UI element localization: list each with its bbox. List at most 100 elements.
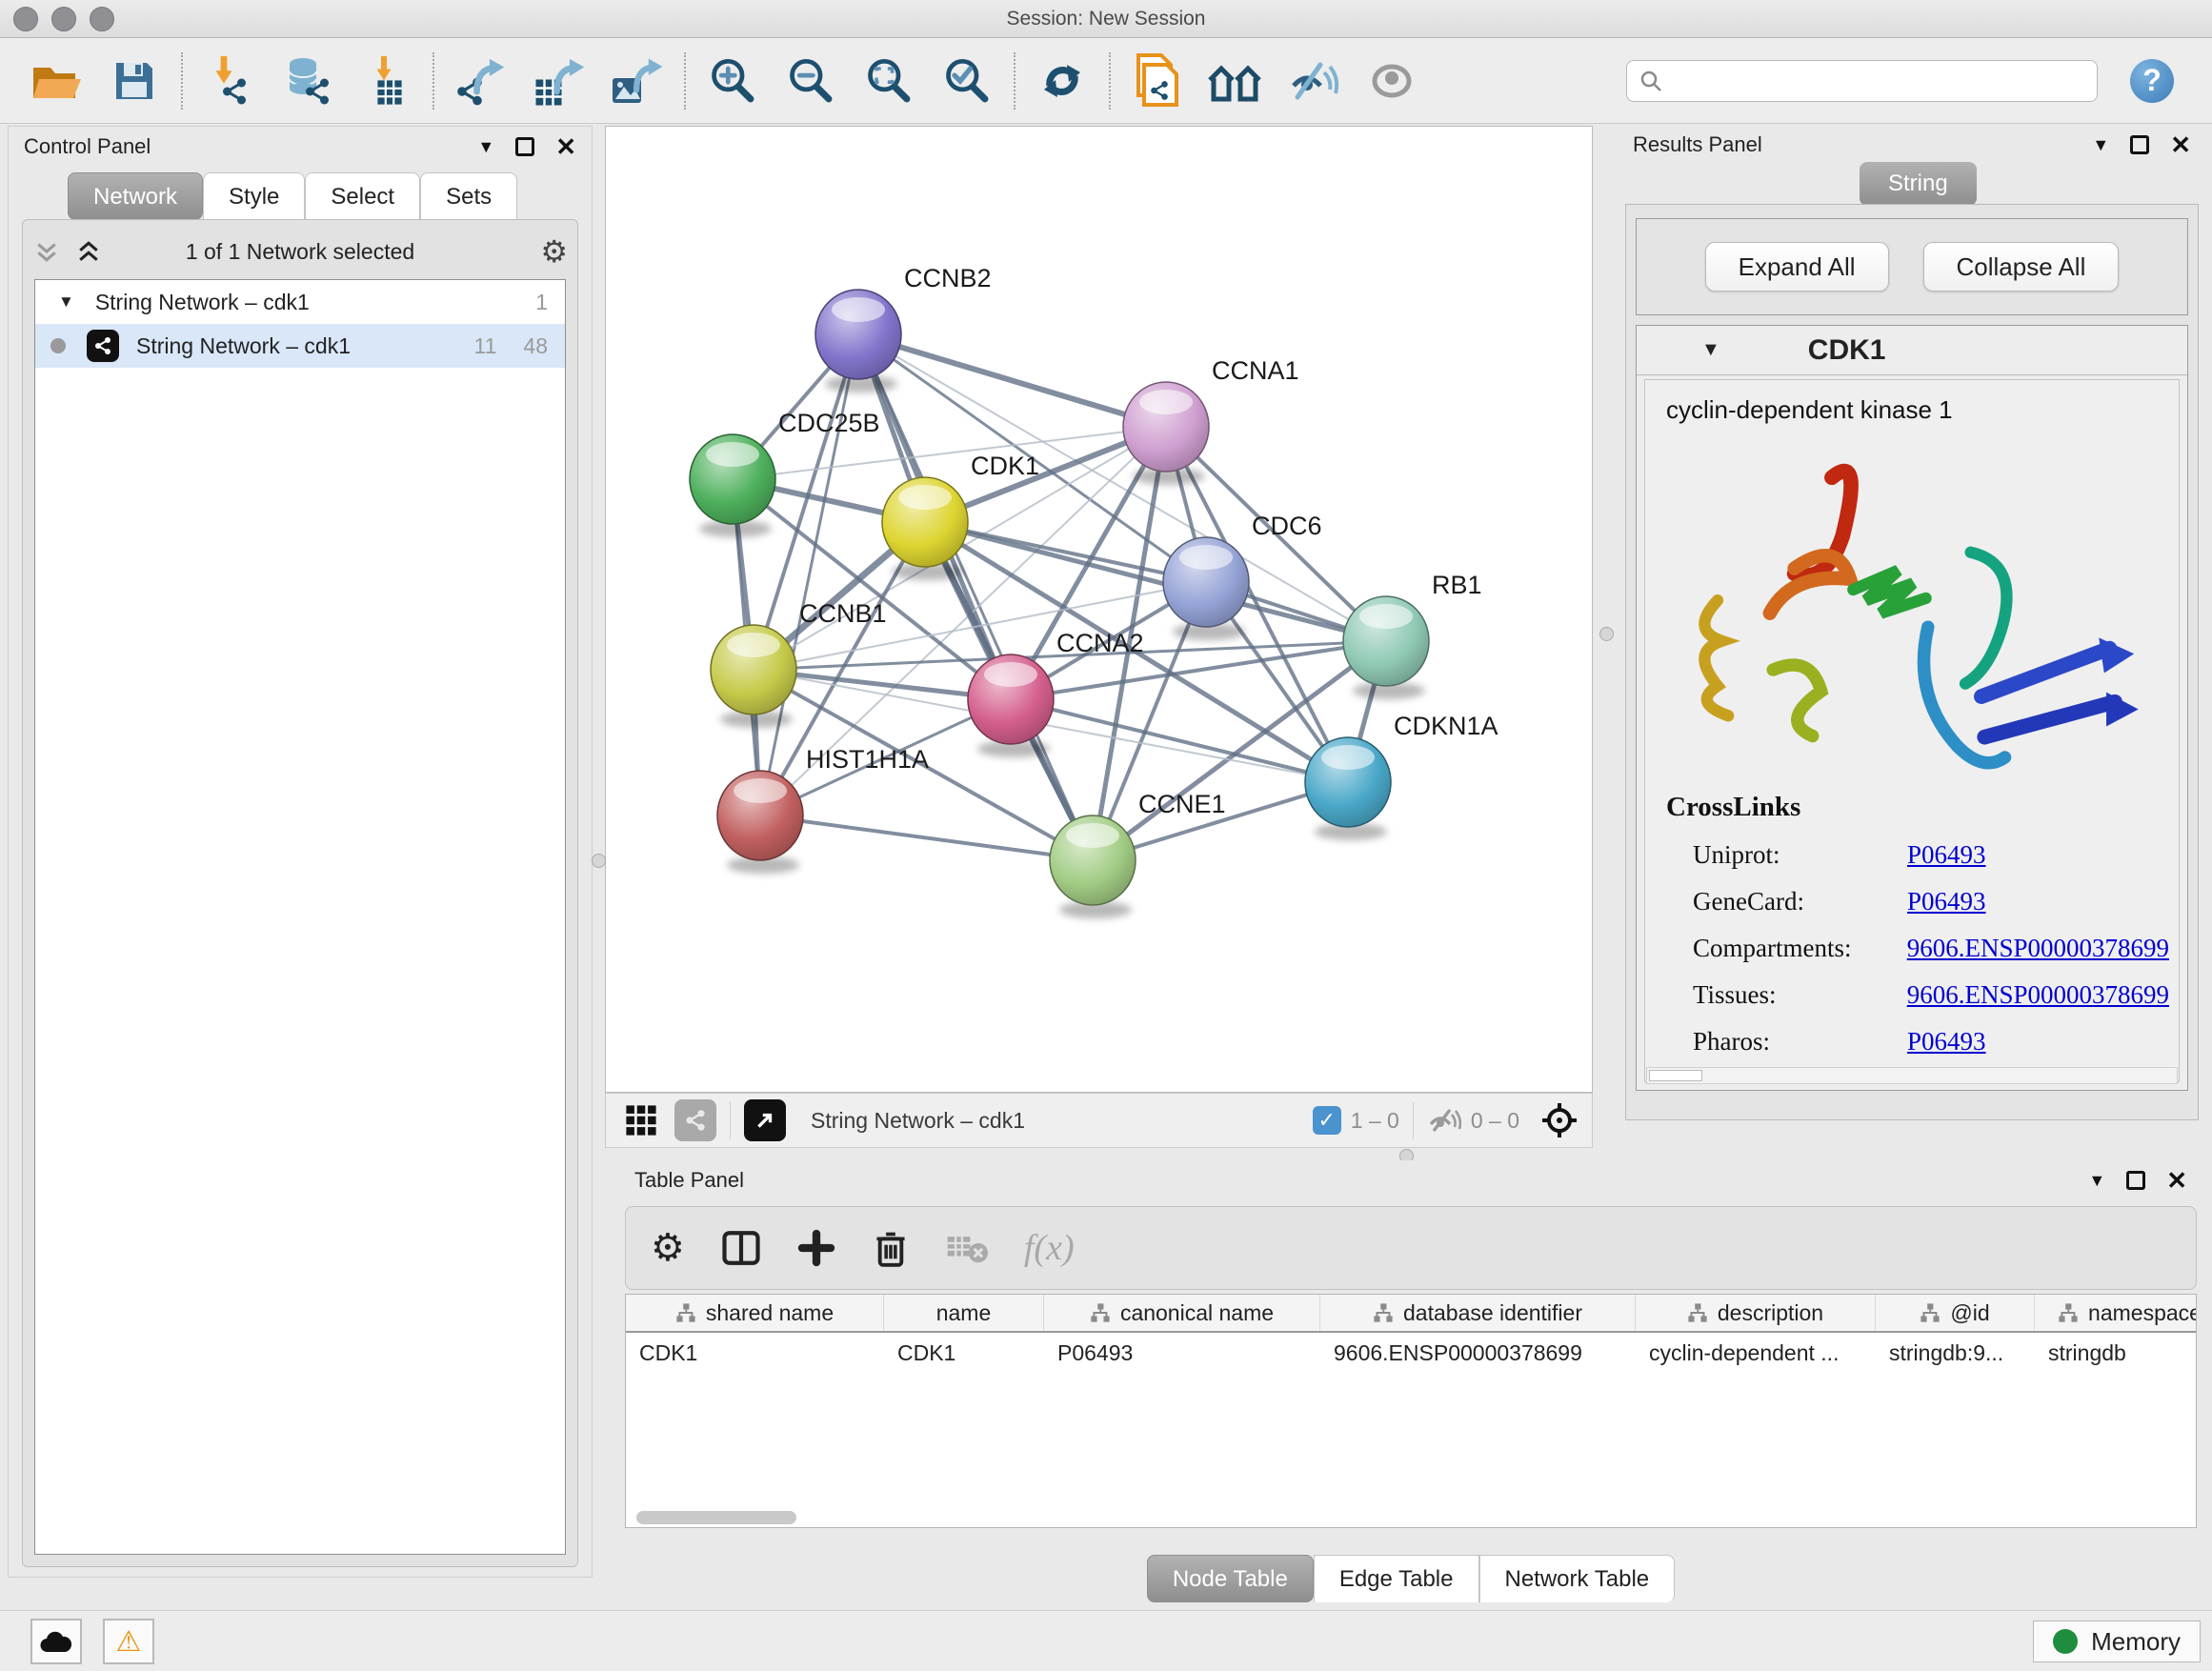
column-header-databaseidentifier[interactable]: database identifier xyxy=(1320,1295,1636,1331)
table-cell[interactable]: stringdb xyxy=(2035,1340,2197,1366)
table-cell[interactable]: P06493 xyxy=(1044,1340,1320,1366)
zoom-selected-button[interactable] xyxy=(928,47,1006,115)
node-CCNB2[interactable] xyxy=(815,290,901,393)
crosslink-link[interactable]: 9606.ENSP00000378699 xyxy=(1907,980,2169,1010)
zoom-fit-button[interactable] xyxy=(850,47,928,115)
zoom-in-button[interactable] xyxy=(694,47,772,115)
save-session-button[interactable] xyxy=(95,47,173,115)
node-table[interactable]: shared namenamecanonical namedatabase id… xyxy=(625,1294,2197,1528)
main-toolbar: ? xyxy=(0,38,2212,124)
selected-checkbox-icon[interactable]: ✓ xyxy=(1313,1106,1341,1135)
node-RB1[interactable] xyxy=(1343,596,1429,699)
node-label-CCNE1: CCNE1 xyxy=(1138,790,1226,818)
hide-selected-button[interactable] xyxy=(1275,47,1353,115)
detach-view-button[interactable] xyxy=(744,1099,786,1141)
network-view-mode-button[interactable] xyxy=(674,1099,716,1141)
table-cell[interactable]: stringdb:9... xyxy=(1876,1340,2035,1366)
column-header-sharedname[interactable]: shared name xyxy=(626,1295,884,1331)
network-collection-row[interactable]: ▼ String Network – cdk1 1 xyxy=(35,280,565,324)
expand-all-button[interactable]: Expand All xyxy=(1705,242,1889,292)
control-panel-float-icon[interactable] xyxy=(515,137,534,156)
section-collapse-icon[interactable]: ▼ xyxy=(1701,339,1720,361)
table-settings-gear-icon[interactable]: ⚙ xyxy=(651,1226,685,1270)
control-panel-close-icon[interactable]: ✕ xyxy=(555,132,576,162)
results-panel-menu-icon[interactable]: ▼ xyxy=(2092,135,2109,155)
table-panel-menu-icon[interactable]: ▼ xyxy=(2088,1171,2105,1191)
tab-string[interactable]: String xyxy=(1860,162,1977,206)
open-session-button[interactable] xyxy=(17,47,95,115)
network-view-canvas[interactable]: CCNB2CCNA1CDC25BCDK1CDC6RB1CCNB1CCNA2CDK… xyxy=(605,126,1593,1093)
import-network-database-button[interactable] xyxy=(269,47,347,115)
search-input[interactable] xyxy=(1626,60,2098,102)
column-header-canonicalname[interactable]: canonical name xyxy=(1044,1295,1320,1331)
results-scrollbar[interactable] xyxy=(1646,1067,2178,1084)
left-splitter-handle[interactable] xyxy=(592,854,606,868)
memory-button[interactable]: Memory xyxy=(2033,1621,2201,1662)
table-cell[interactable]: CDK1 xyxy=(626,1340,884,1366)
node-CCNB1[interactable] xyxy=(711,625,796,728)
table-row[interactable]: CDK1CDK1P064939606.ENSP00000378699cyclin… xyxy=(626,1333,2196,1373)
results-panel-close-icon[interactable]: ✕ xyxy=(2170,131,2191,160)
zoom-out-button[interactable] xyxy=(772,47,850,115)
crosslink-link[interactable]: P06493 xyxy=(1907,840,1986,870)
table-panel-close-icon[interactable]: ✕ xyxy=(2166,1166,2187,1196)
column-header-description[interactable]: description xyxy=(1636,1295,1876,1331)
column-header-id[interactable]: @id xyxy=(1876,1295,2035,1331)
delete-table-icon[interactable] xyxy=(946,1231,988,1265)
node-CDKN1A[interactable] xyxy=(1305,737,1391,840)
edge-HIST1H1A-CCNE1[interactable] xyxy=(760,815,1093,860)
tree-expand-icon[interactable]: ▼ xyxy=(58,292,74,312)
import-table-button[interactable] xyxy=(347,47,425,115)
table-cell[interactable]: cyclin-dependent ... xyxy=(1636,1340,1876,1366)
grid-view-button[interactable] xyxy=(625,1104,657,1137)
refresh-view-button[interactable] xyxy=(1023,47,1101,115)
network-row-selected[interactable]: String Network – cdk1 11 48 xyxy=(35,324,565,368)
table-cell[interactable]: 9606.ENSP00000378699 xyxy=(1320,1340,1636,1366)
right-splitter-handle[interactable] xyxy=(1599,627,1614,641)
control-tab-sets[interactable]: Sets xyxy=(420,172,517,220)
export-table-button[interactable] xyxy=(520,47,598,115)
control-tab-select[interactable]: Select xyxy=(305,172,420,220)
help-button[interactable]: ? xyxy=(2130,59,2174,103)
add-column-icon[interactable] xyxy=(797,1229,835,1267)
control-tab-network[interactable]: Network xyxy=(68,172,203,220)
node-label-CDC25B: CDC25B xyxy=(778,409,880,437)
table-cell[interactable]: CDK1 xyxy=(884,1340,1044,1366)
control-tab-style[interactable]: Style xyxy=(203,172,305,220)
table-tab-edge-table[interactable]: Edge Table xyxy=(1314,1555,1479,1602)
column-header-namespace[interactable]: namespace xyxy=(2035,1295,2197,1331)
first-neighbors-button[interactable] xyxy=(1196,47,1275,115)
export-network-button[interactable] xyxy=(442,47,520,115)
node-HIST1H1A[interactable] xyxy=(717,771,803,874)
import-network-file-button[interactable] xyxy=(191,47,269,115)
node-CCNE1[interactable] xyxy=(1050,815,1136,918)
table-panel-float-icon[interactable] xyxy=(2126,1171,2145,1190)
cloud-button[interactable] xyxy=(30,1619,82,1664)
show-all-button[interactable] xyxy=(1353,47,1431,115)
crosslink-link[interactable]: P06493 xyxy=(1907,887,1986,916)
table-tab-network-table[interactable]: Network Table xyxy=(1479,1555,1676,1602)
edge-CCNB2-CCNE1[interactable] xyxy=(858,334,1093,860)
scrollbar-thumb[interactable] xyxy=(636,1511,796,1524)
table-tab-node-table[interactable]: Node Table xyxy=(1147,1555,1314,1602)
column-namespace-icon xyxy=(2058,1302,2079,1323)
crosslink-link[interactable]: 9606.ENSP00000378699 xyxy=(1907,934,2169,963)
table-horizontal-scrollbar[interactable] xyxy=(625,1507,2197,1528)
warnings-button[interactable]: ⚠ xyxy=(103,1619,154,1664)
string-app-button[interactable] xyxy=(1118,47,1196,115)
export-image-button[interactable] xyxy=(598,47,676,115)
edge-CCNB2-CCNA1[interactable] xyxy=(858,334,1166,427)
node-CCNA1[interactable] xyxy=(1123,382,1209,485)
show-columns-icon[interactable] xyxy=(721,1228,761,1268)
edge-CCNB2-HIST1H1A[interactable] xyxy=(760,334,858,815)
function-builder-icon[interactable]: f(x) xyxy=(1024,1227,1075,1269)
node-CDC25B[interactable] xyxy=(690,434,775,537)
node-label-CCNA2: CCNA2 xyxy=(1056,629,1144,657)
control-panel-menu-icon[interactable]: ▼ xyxy=(477,137,494,157)
collapse-all-button[interactable]: Collapse All xyxy=(1923,242,2120,292)
results-panel-float-icon[interactable] xyxy=(2130,135,2149,154)
delete-column-icon[interactable] xyxy=(872,1228,910,1268)
column-header-name[interactable]: name xyxy=(884,1295,1044,1331)
fit-selected-button[interactable] xyxy=(1540,1101,1579,1139)
crosslink-link[interactable]: P06493 xyxy=(1907,1027,1986,1057)
